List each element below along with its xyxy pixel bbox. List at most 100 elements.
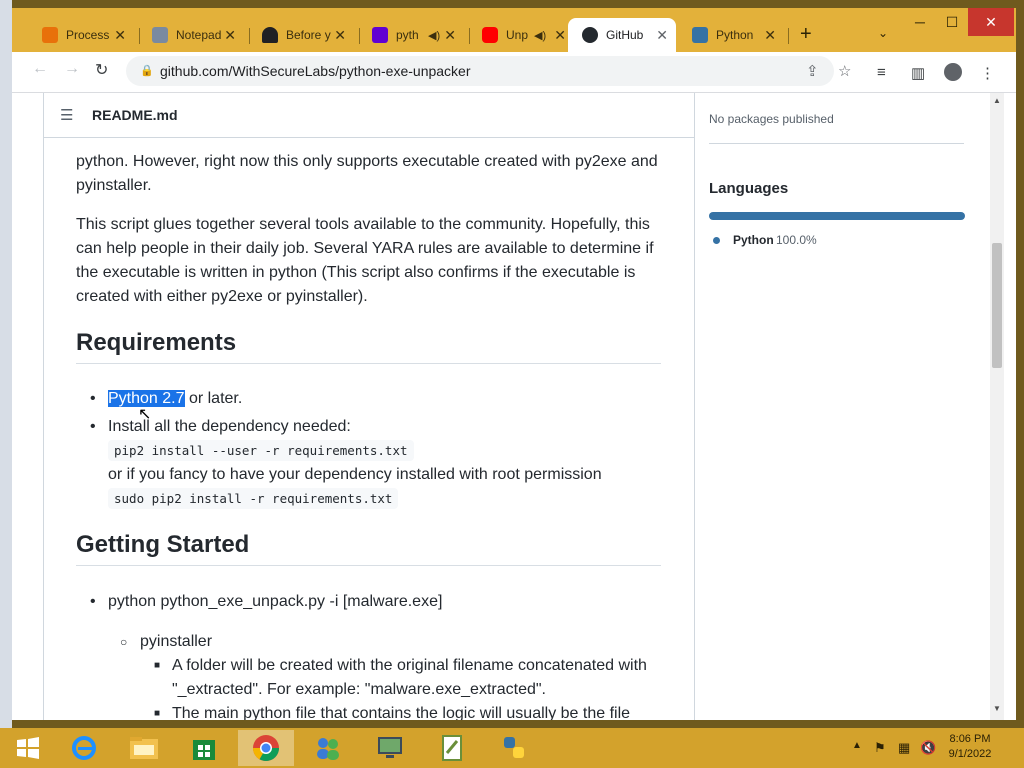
- language-bar-python: [709, 212, 965, 220]
- close-tab-icon[interactable]: ✕: [656, 27, 668, 44]
- youtube-icon: [482, 27, 498, 43]
- tab-before[interactable]: Before y ✕: [248, 18, 354, 52]
- close-tab-icon[interactable]: ✕: [444, 27, 456, 44]
- notepadpp-icon[interactable]: [424, 730, 480, 766]
- packages-status: No packages published: [709, 112, 834, 126]
- side-panel-icon[interactable]: ▥: [911, 64, 925, 82]
- page-scrollbar[interactable]: ▲ ▼: [990, 93, 1004, 720]
- yahoo-icon: [372, 27, 388, 43]
- browser-toolbar: ← → ↻ 🔒 github.com/WithSecureLabs/python…: [12, 52, 1016, 93]
- new-tab-button[interactable]: +: [800, 23, 812, 46]
- tab-yahoo[interactable]: pyth ◀) ✕: [358, 18, 464, 52]
- tab-process[interactable]: Process ✕: [28, 18, 134, 52]
- bullet-square: ■: [154, 708, 161, 719]
- code-snippet: sudo pip2 install -r requirements.txt: [108, 487, 399, 511]
- list-item: A folder will be created with the origin…: [172, 657, 647, 698]
- browser-window: Process ✕ Notepad ✕ Before y ✕ pyth ◀) ✕…: [12, 8, 1016, 720]
- list-item: pyinstaller: [140, 633, 213, 650]
- network-icon[interactable]: ▦: [898, 740, 910, 756]
- tab-github[interactable]: GitHub ✕: [568, 18, 676, 52]
- close-window-button[interactable]: ✕: [968, 8, 1014, 36]
- menu-kebab-icon[interactable]: ⋮: [980, 64, 995, 82]
- close-tab-icon[interactable]: ✕: [334, 27, 346, 44]
- maximize-button[interactable]: ☐: [937, 8, 967, 36]
- getting-started-heading: Getting Started: [76, 533, 661, 566]
- tab-python[interactable]: Python ✕: [678, 18, 784, 52]
- show-hidden-icons-chevron-icon[interactable]: ▲: [852, 740, 862, 751]
- monitor-icon[interactable]: [362, 730, 418, 766]
- scroll-down-icon[interactable]: ▼: [993, 704, 1001, 713]
- language-name[interactable]: Python: [733, 233, 774, 247]
- list-item: Install all the dependency needed:: [108, 415, 668, 439]
- action-center-flag-icon[interactable]: ⚑: [874, 740, 886, 756]
- tab-search-chevron-icon[interactable]: ⌄: [878, 26, 888, 40]
- mouse-cursor-icon: ↖: [138, 406, 152, 423]
- close-tab-icon[interactable]: ✕: [114, 27, 126, 44]
- bullet-dot: •: [90, 418, 96, 435]
- minimize-button[interactable]: ─: [905, 8, 935, 36]
- scrollbar-thumb[interactable]: [992, 243, 1002, 368]
- sidebar-divider: [709, 143, 964, 144]
- store-icon[interactable]: [176, 730, 232, 766]
- tab-youtube[interactable]: Unp ◀) ✕: [468, 18, 574, 52]
- taskbar: ▲ ⚑ ▦ 🔇 8:06 PM 9/1/2022: [0, 728, 1024, 768]
- list-item: The main python file that contains the l…: [172, 705, 631, 720]
- close-tab-icon[interactable]: ✕: [764, 27, 776, 44]
- list-item-text: or if you fancy to have your dependency …: [108, 466, 602, 483]
- scroll-up-icon[interactable]: ▲: [993, 96, 1001, 105]
- forward-icon[interactable]: →: [64, 60, 80, 78]
- desktop-background: [0, 0, 12, 728]
- tab-separator: [788, 28, 789, 44]
- chrome-icon[interactable]: [238, 730, 294, 766]
- python-installer-icon[interactable]: [486, 730, 542, 766]
- system-clock[interactable]: 8:06 PM 9/1/2022: [940, 732, 1000, 762]
- clock-date: 9/1/2022: [948, 748, 992, 760]
- shield-icon: [262, 27, 278, 43]
- bookmark-star-icon[interactable]: ☆: [838, 62, 851, 80]
- lock-icon[interactable]: 🔒: [140, 64, 154, 77]
- tab-notepad[interactable]: Notepad ✕: [138, 18, 244, 52]
- github-icon: [582, 27, 598, 43]
- language-bar: [709, 212, 965, 220]
- people-icon[interactable]: [300, 730, 356, 766]
- readme-paragraph: python. However, right now this only sup…: [76, 153, 658, 194]
- back-icon[interactable]: ←: [32, 60, 48, 78]
- list-item-text: Install all the dependency needed:: [108, 418, 351, 435]
- close-tab-icon[interactable]: ✕: [224, 27, 236, 44]
- url-text[interactable]: github.com/WithSecureLabs/python-exe-unp…: [160, 63, 471, 79]
- language-percent[interactable]: 100.0%: [776, 233, 817, 247]
- profile-avatar-icon[interactable]: [944, 63, 962, 81]
- reload-icon[interactable]: ↻: [95, 60, 108, 80]
- explorer-icon[interactable]: [116, 730, 172, 766]
- close-tab-icon[interactable]: ✕: [554, 27, 566, 44]
- readme-header: ☰ README.md: [44, 93, 694, 138]
- python-color-dot: [713, 237, 720, 244]
- bullet-circle: ○: [120, 635, 128, 649]
- clock-time: 8:06 PM: [949, 733, 991, 745]
- list-item: python python_exe_unpack.py -i [malware.…: [108, 593, 443, 610]
- address-bar[interactable]: 🔒 github.com/WithSecureLabs/python-exe-u…: [126, 56, 851, 86]
- speaker-icon[interactable]: ◀): [428, 29, 440, 42]
- start-button[interactable]: [0, 730, 56, 766]
- code-snippet: pip2 install --user -r requirements.txt: [108, 439, 414, 463]
- repo-sidebar: No packages published Languages Python 1…: [709, 93, 965, 720]
- readme-paragraph: This script glues together several tools…: [76, 216, 654, 305]
- volume-muted-icon[interactable]: 🔇: [920, 740, 936, 756]
- outline-list-icon[interactable]: ☰: [60, 106, 73, 124]
- readme-filename: README.md: [92, 107, 178, 123]
- bullet-dot: •: [90, 390, 96, 407]
- languages-heading: Languages: [709, 180, 789, 197]
- list-item: Python 2.7 or later.: [108, 387, 668, 411]
- notepad-icon: [152, 27, 168, 43]
- bullet-square: ■: [154, 660, 161, 671]
- ie-icon[interactable]: [56, 730, 112, 766]
- bullet-dot: •: [90, 593, 96, 610]
- media-queue-icon[interactable]: ≡: [877, 64, 886, 81]
- python-icon: [692, 27, 708, 43]
- list-item-text: or later.: [184, 390, 243, 407]
- process-hacker-icon: [42, 27, 58, 43]
- tab-strip: Process ✕ Notepad ✕ Before y ✕ pyth ◀) ✕…: [12, 8, 1016, 56]
- speaker-icon[interactable]: ◀): [534, 29, 546, 42]
- share-icon[interactable]: ⇪: [806, 62, 819, 80]
- page-content: ☰ README.md python. However, right now t…: [12, 93, 1016, 720]
